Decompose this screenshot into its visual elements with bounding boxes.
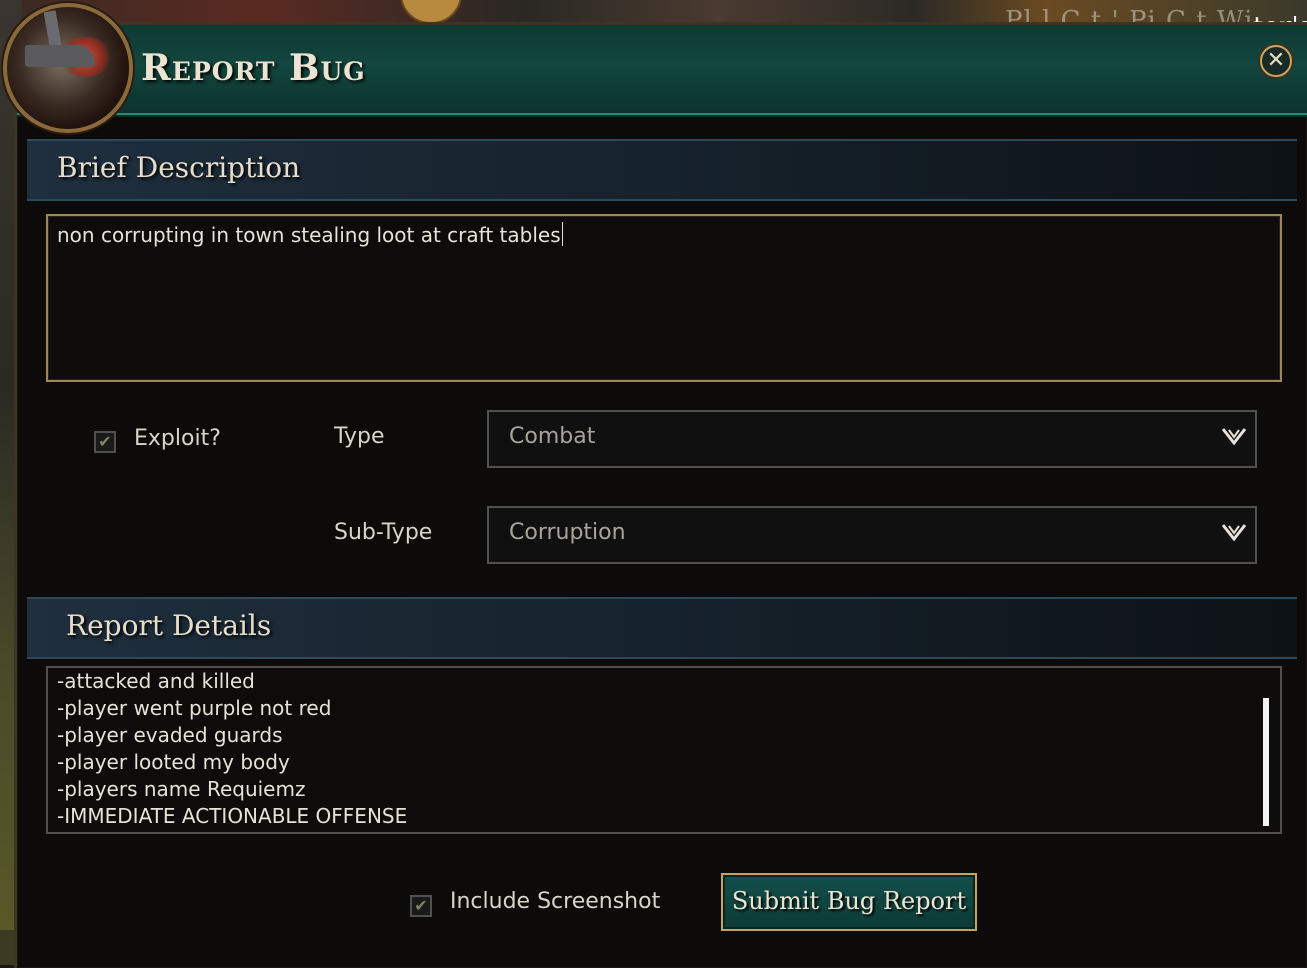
chevron-down-icon <box>1221 524 1247 542</box>
report-details-input[interactable]: -attacked and killed -player went purple… <box>46 666 1282 834</box>
details-line: -player evaded guards <box>57 723 283 747</box>
include-screenshot-checkbox[interactable]: ✔ <box>410 895 432 917</box>
details-line: -player went purple not red <box>57 696 332 720</box>
details-line: -attacked and killed <box>57 669 255 693</box>
details-line: -IMMEDIATE ACTIONABLE OFFENSE <box>57 804 408 828</box>
chevron-down-icon <box>1221 428 1247 446</box>
subtype-label: Sub-Type <box>334 520 433 545</box>
details-scrollbar[interactable] <box>1263 698 1269 826</box>
include-screenshot-label: Include Screenshot <box>450 889 661 914</box>
checkmark-icon: ✔ <box>414 896 428 915</box>
anvil-shape <box>25 45 95 67</box>
report-bug-dialog: Report Bug ✕ Brief Description non corru… <box>3 3 1307 968</box>
brief-description-input[interactable]: non corrupting in town stealing loot at … <box>46 214 1282 382</box>
brief-description-text: non corrupting in town stealing loot at … <box>57 222 563 247</box>
dialog-title-bar: Report Bug ✕ <box>17 25 1307 117</box>
close-icon: ✕ <box>1266 48 1286 73</box>
details-line: -players name Requiemz <box>57 777 306 801</box>
exploit-label: Exploit? <box>134 426 221 451</box>
brief-description-value: non corrupting in town stealing loot at … <box>57 223 561 247</box>
brief-description-heading: Brief Description <box>57 151 301 184</box>
close-button[interactable]: ✕ <box>1260 45 1292 77</box>
brief-description-header: Brief Description <box>27 139 1297 201</box>
submit-bug-report-button[interactable]: Submit Bug Report <box>721 873 977 931</box>
type-selected-value: Combat <box>509 424 596 449</box>
details-line: -player looted my body <box>57 750 290 774</box>
report-details-header: Report Details <box>27 597 1297 659</box>
report-details-heading: Report Details <box>66 609 272 642</box>
anvil-emblem-icon <box>3 3 133 133</box>
type-label: Type <box>334 424 385 449</box>
exploit-checkbox[interactable]: ✔ <box>94 431 116 453</box>
text-caret <box>561 222 563 246</box>
submit-bug-report-label: Submit Bug Report <box>731 887 967 915</box>
dialog-title: Report Bug <box>141 47 366 89</box>
subtype-selected-value: Corruption <box>509 520 626 545</box>
subtype-dropdown[interactable]: Corruption <box>487 506 1257 564</box>
checkmark-icon: ✔ <box>98 432 112 451</box>
type-dropdown[interactable]: Combat <box>487 410 1257 468</box>
